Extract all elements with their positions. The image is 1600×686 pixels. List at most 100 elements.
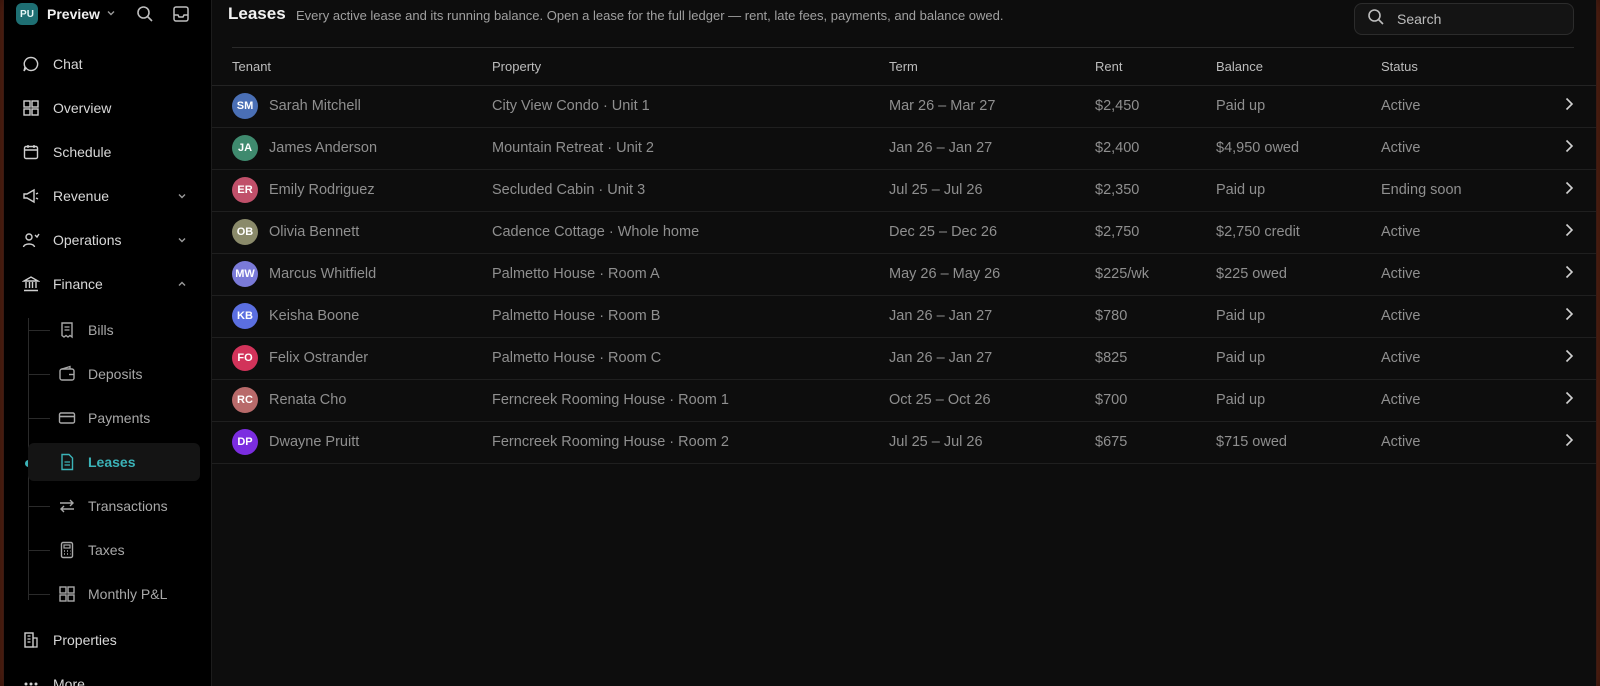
sidebar-item-monthly-pl[interactable]: Monthly P&L — [28, 575, 200, 613]
term-cell: Jan 26 – Jan 27 — [889, 127, 1095, 170]
sidebar-item-deposits[interactable]: Deposits — [28, 355, 200, 393]
leases-table: Tenant Property Term Rent Balance Status… — [212, 48, 1596, 464]
chevron-right-icon[interactable] — [1564, 97, 1574, 115]
more-icon — [20, 673, 42, 686]
rent-cell: $2,750 — [1095, 211, 1216, 254]
bank-icon — [20, 273, 42, 295]
sidebar-item-label: Payments — [88, 410, 151, 426]
document-icon — [56, 451, 78, 473]
credit-card-icon — [56, 407, 78, 429]
tenant-name: Renata Cho — [269, 392, 347, 408]
chevron-right-icon[interactable] — [1564, 433, 1574, 451]
sidebar-item-transactions[interactable]: Transactions — [28, 487, 200, 525]
sidebar-item-payments[interactable]: Payments — [28, 399, 200, 437]
column-header-property[interactable]: Property — [492, 48, 889, 86]
nav-item-schedule[interactable]: Schedule — [4, 132, 204, 172]
tenant-name: Keisha Boone — [269, 308, 360, 324]
nav-item-more[interactable]: More — [4, 664, 204, 686]
term-cell: Jan 26 – Jan 27 — [889, 295, 1095, 338]
wallet-icon — [56, 363, 78, 385]
table-row[interactable]: DP Dwayne Pruitt Ferncreek Rooming House… — [212, 421, 1596, 464]
status-cell: Active — [1381, 379, 1531, 422]
chevron-right-icon[interactable] — [1564, 391, 1574, 409]
balance-cell: Paid up — [1216, 379, 1381, 422]
property-cell: Ferncreek Rooming House · Room 1 — [492, 379, 889, 422]
workspace-switcher[interactable]: PU Preview — [16, 3, 116, 25]
table-row[interactable]: MW Marcus Whitfield Palmetto House · Roo… — [212, 253, 1596, 296]
status-cell: Active — [1381, 211, 1531, 254]
calendar-icon — [20, 141, 42, 163]
sidebar-item-label: Taxes — [88, 542, 125, 558]
nav-label: More — [53, 676, 85, 686]
balance-cell: $225 owed — [1216, 253, 1381, 296]
sidebar-item-label: Transactions — [88, 498, 168, 514]
search-box[interactable] — [1354, 3, 1574, 35]
table-row[interactable]: FO Felix Ostrander Palmetto House · Room… — [212, 337, 1596, 380]
chevron-right-icon[interactable] — [1564, 181, 1574, 199]
nav-item-finance[interactable]: Finance — [4, 264, 204, 304]
chevron-right-icon[interactable] — [1564, 349, 1574, 367]
tenant-name: Dwayne Pruitt — [269, 434, 360, 450]
column-header-term[interactable]: Term — [889, 48, 1095, 86]
chevron-right-icon[interactable] — [1564, 139, 1574, 157]
rent-cell: $225/wk — [1095, 253, 1216, 296]
search-input[interactable] — [1397, 11, 1557, 27]
nav-item-properties[interactable]: Properties — [4, 620, 204, 660]
search-icon[interactable] — [134, 3, 156, 25]
page-title: Leases — [228, 4, 286, 23]
chevron-down-icon — [106, 5, 116, 23]
inbox-icon[interactable] — [170, 3, 192, 25]
rent-cell: $2,450 — [1095, 85, 1216, 128]
app-window: PU Preview Chat Overview Schedule Revenu… — [4, 0, 1596, 686]
search-icon — [1367, 8, 1385, 31]
tenant-cell: DP Dwayne Pruitt — [232, 421, 492, 464]
status-cell: Active — [1381, 127, 1531, 170]
property-cell: Mountain Retreat · Unit 2 — [492, 127, 889, 170]
table-row[interactable]: SM Sarah Mitchell City View Condo · Unit… — [212, 85, 1596, 128]
tenant-cell: FO Felix Ostrander — [232, 337, 492, 380]
workspace-name: Preview — [47, 6, 100, 22]
table-row[interactable]: KB Keisha Boone Palmetto House · Room B … — [212, 295, 1596, 338]
balance-cell: Paid up — [1216, 169, 1381, 212]
rent-cell: $825 — [1095, 337, 1216, 380]
status-cell: Active — [1381, 421, 1531, 464]
column-header-rent[interactable]: Rent — [1095, 48, 1216, 86]
tenant-cell: KB Keisha Boone — [232, 295, 492, 338]
rent-cell: $2,400 — [1095, 127, 1216, 170]
chevron-right-icon[interactable] — [1564, 265, 1574, 283]
term-cell: Dec 25 – Dec 26 — [889, 211, 1095, 254]
tenant-name: Olivia Bennett — [269, 224, 360, 240]
status-cell: Active — [1381, 253, 1531, 296]
nav-item-operations[interactable]: Operations — [4, 220, 204, 260]
table-row[interactable]: ER Emily Rodriguez Secluded Cabin · Unit… — [212, 169, 1596, 212]
sidebar-item-taxes[interactable]: Taxes — [28, 531, 200, 569]
sidebar-item-bills[interactable]: Bills — [28, 311, 200, 349]
sidebar-item-leases[interactable]: Leases — [28, 443, 200, 481]
term-cell: Mar 26 – Mar 27 — [889, 85, 1095, 128]
column-header-tenant[interactable]: Tenant — [232, 48, 492, 86]
property-cell: City View Condo · Unit 1 — [492, 85, 889, 128]
sidebar-item-label: Deposits — [88, 366, 143, 382]
nav-label: Finance — [53, 276, 103, 292]
term-cell: Jul 25 – Jul 26 — [889, 421, 1095, 464]
table-row[interactable]: OB Olivia Bennett Cadence Cottage · Whol… — [212, 211, 1596, 254]
rent-cell: $675 — [1095, 421, 1216, 464]
nav-item-overview[interactable]: Overview — [4, 88, 204, 128]
status-cell: Active — [1381, 337, 1531, 380]
avatar: SM — [232, 93, 258, 119]
nav-label: Operations — [53, 232, 122, 248]
property-cell: Cadence Cottage · Whole home — [492, 211, 889, 254]
column-header-status[interactable]: Status — [1381, 48, 1531, 86]
chevron-right-icon[interactable] — [1564, 307, 1574, 325]
grid-icon — [20, 97, 42, 119]
nav-item-chat[interactable]: Chat — [4, 44, 204, 84]
column-header-balance[interactable]: Balance — [1216, 48, 1381, 86]
table-row[interactable]: RC Renata Cho Ferncreek Rooming House · … — [212, 379, 1596, 422]
status-cell: Active — [1381, 295, 1531, 338]
workspace-avatar: PU — [16, 3, 38, 25]
nav-label: Properties — [53, 632, 117, 648]
chevron-right-icon[interactable] — [1564, 223, 1574, 241]
table-row[interactable]: JA James Anderson Mountain Retreat · Uni… — [212, 127, 1596, 170]
nav-item-revenue[interactable]: Revenue — [4, 176, 204, 216]
tenant-name: Felix Ostrander — [269, 350, 369, 366]
